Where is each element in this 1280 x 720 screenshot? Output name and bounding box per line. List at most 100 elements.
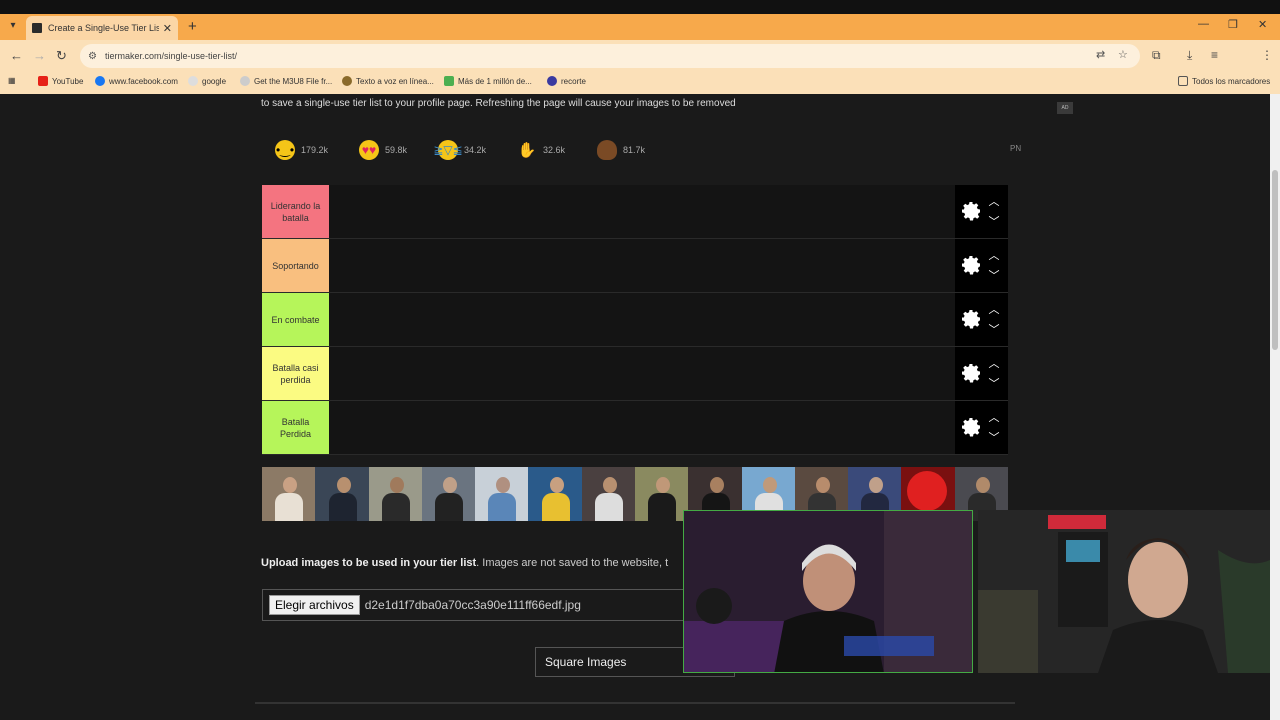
tiermaker-favicon-icon — [32, 23, 42, 33]
move-down-icon[interactable]: ﹀ — [988, 267, 1000, 283]
tier-drop-zone[interactable] — [329, 239, 955, 292]
bookmark-recorte[interactable]: recorte — [547, 76, 586, 86]
back-icon[interactable]: ← — [10, 48, 23, 63]
webcam-feed-image — [978, 510, 1270, 673]
bookmarks-bar: ▦ YouTube www.facebook.com google Get th… — [0, 72, 1280, 94]
restore-icon[interactable]: ❐ — [1228, 18, 1238, 31]
bookmark-millon[interactable]: Más de 1 millón de... — [444, 76, 532, 86]
choose-files-button[interactable]: Elegir archivos — [269, 595, 360, 615]
all-bookmarks[interactable]: Todos los marcadores — [1178, 76, 1270, 86]
globe-icon — [240, 76, 250, 86]
gear-icon[interactable] — [959, 199, 983, 223]
address-bar[interactable]: ⚙ tiermaker.com/single-use-tier-list/ — [80, 44, 1140, 68]
tier-controls: ︿ ﹀ — [955, 401, 1008, 454]
grinning-face-icon: •‿• — [275, 140, 295, 160]
scissors-icon — [547, 76, 557, 86]
webcam-overlay-right — [978, 510, 1270, 673]
webcam-overlay-left — [683, 510, 973, 673]
move-up-icon[interactable]: ︿ — [988, 247, 1000, 263]
extensions-icon[interactable]: ⧉ — [1152, 48, 1161, 63]
tier-image[interactable] — [368, 467, 422, 521]
speaker-icon — [342, 76, 352, 86]
tier-image[interactable] — [581, 467, 635, 521]
reaction-tears-of-joy[interactable]: ≧▽≦ 34.2k — [433, 140, 486, 160]
tier-label[interactable]: Batalla casi perdida — [262, 347, 329, 400]
pn-label: PN — [1010, 144, 1022, 153]
download-icon[interactable]: ⤓ — [1187, 48, 1192, 63]
tier-image[interactable] — [315, 467, 369, 521]
bookmark-texto-voz[interactable]: Texto a voz en línea... — [342, 76, 434, 86]
reload-icon[interactable]: ↻ — [56, 48, 67, 64]
move-down-icon[interactable]: ﹀ — [988, 213, 1000, 229]
tab-close-icon[interactable]: ✕ — [163, 22, 172, 35]
bookmark-google[interactable]: google — [188, 76, 226, 86]
gear-icon[interactable] — [959, 253, 983, 277]
page-scrollbar[interactable] — [1270, 94, 1280, 720]
apps-grid-icon[interactable]: ▦ — [8, 76, 16, 85]
reaction-raised-hands[interactable]: ✋ 32.6k — [517, 140, 565, 160]
intro-text: to save a single-use tier list to your p… — [261, 98, 736, 109]
tier-label[interactable]: Soportando — [262, 239, 329, 292]
move-up-icon[interactable]: ︿ — [988, 301, 1000, 317]
folder-icon — [1178, 76, 1188, 86]
site-info-icon[interactable]: ⚙ — [88, 51, 97, 62]
divider — [255, 702, 1015, 704]
tier-image[interactable] — [421, 467, 476, 521]
tier-image[interactable] — [475, 467, 529, 521]
tier-row: Batalla Perdida ︿ ﹀ — [262, 401, 1008, 455]
webcam-feed-image — [684, 511, 972, 672]
tier-controls: ︿ ﹀ — [955, 239, 1008, 292]
reaction-heart-eyes[interactable]: ♥♥ 59.8k — [359, 140, 407, 160]
tab-search-icon[interactable]: ▾ — [6, 18, 20, 32]
move-down-icon[interactable]: ﹀ — [988, 321, 1000, 337]
image-icon — [444, 76, 454, 86]
tier-image[interactable] — [262, 467, 316, 521]
gear-icon[interactable] — [959, 361, 983, 385]
file-upload-field[interactable]: Elegir archivos d2e1d1f7dba0a70cc3a90e11… — [262, 589, 702, 621]
tier-label[interactable]: Batalla Perdida — [262, 401, 329, 454]
tier-label[interactable]: En combate — [262, 293, 329, 346]
reaction-poop[interactable]: 81.7k — [597, 140, 645, 160]
scrollbar-thumb[interactable] — [1272, 170, 1278, 350]
selected-filename: d2e1d1f7dba0a70cc3a90e111ff66edf.jpg — [364, 598, 581, 612]
tier-row: Batalla casi perdida ︿ ﹀ — [262, 347, 1008, 401]
url-text: tiermaker.com/single-use-tier-list/ — [104, 51, 238, 61]
tier-list: Liderando la batalla ︿ ﹀ Soportando ︿ ﹀ … — [262, 185, 1008, 455]
tier-image[interactable] — [634, 467, 689, 521]
gear-icon[interactable] — [959, 415, 983, 439]
tier-image[interactable] — [528, 467, 582, 521]
tab-title: Create a Single-Use Tier List (P... — [48, 23, 159, 33]
media-controls-icon[interactable]: ≡ — [1211, 48, 1218, 62]
tier-drop-zone[interactable] — [329, 293, 955, 346]
tier-drop-zone[interactable] — [329, 401, 955, 454]
menu-kebab-icon[interactable]: ⋮ — [1261, 48, 1273, 62]
move-up-icon[interactable]: ︿ — [988, 193, 1000, 209]
raised-hands-icon: ✋ — [517, 142, 537, 159]
tier-drop-zone[interactable] — [329, 347, 955, 400]
bookmark-star-icon[interactable]: ☆ — [1118, 48, 1128, 61]
tier-row: Soportando ︿ ﹀ — [262, 239, 1008, 293]
bookmark-m3u8[interactable]: Get the M3U8 File fr... — [240, 76, 332, 86]
bookmark-facebook[interactable]: www.facebook.com — [95, 76, 178, 86]
minimize-icon[interactable]: — — [1198, 18, 1209, 30]
window-close-icon[interactable]: ✕ — [1258, 18, 1267, 31]
browser-tab[interactable]: Create a Single-Use Tier List (P... ✕ — [26, 16, 178, 40]
move-down-icon[interactable]: ﹀ — [988, 429, 1000, 445]
youtube-icon — [38, 76, 48, 86]
tier-drop-zone[interactable] — [329, 185, 955, 238]
tier-label[interactable]: Liderando la batalla — [262, 185, 329, 238]
forward-icon[interactable]: → — [33, 48, 46, 63]
translate-icon[interactable]: ⇄ — [1096, 48, 1105, 61]
move-down-icon[interactable]: ﹀ — [988, 375, 1000, 391]
tier-controls: ︿ ﹀ — [955, 347, 1008, 400]
ad-badge[interactable]: AD — [1057, 102, 1073, 114]
move-up-icon[interactable]: ︿ — [988, 355, 1000, 371]
move-up-icon[interactable]: ︿ — [988, 409, 1000, 425]
bookmark-youtube[interactable]: YouTube — [38, 76, 83, 86]
tears-of-joy-icon: ≧▽≦ — [433, 140, 463, 160]
new-tab-icon[interactable]: + — [188, 18, 197, 35]
reaction-grinning[interactable]: •‿• 179.2k — [275, 140, 328, 160]
tier-row: Liderando la batalla ︿ ﹀ — [262, 185, 1008, 239]
gear-icon[interactable] — [959, 307, 983, 331]
browser-titlebar: ▾ Create a Single-Use Tier List (P... ✕ … — [0, 0, 1280, 40]
